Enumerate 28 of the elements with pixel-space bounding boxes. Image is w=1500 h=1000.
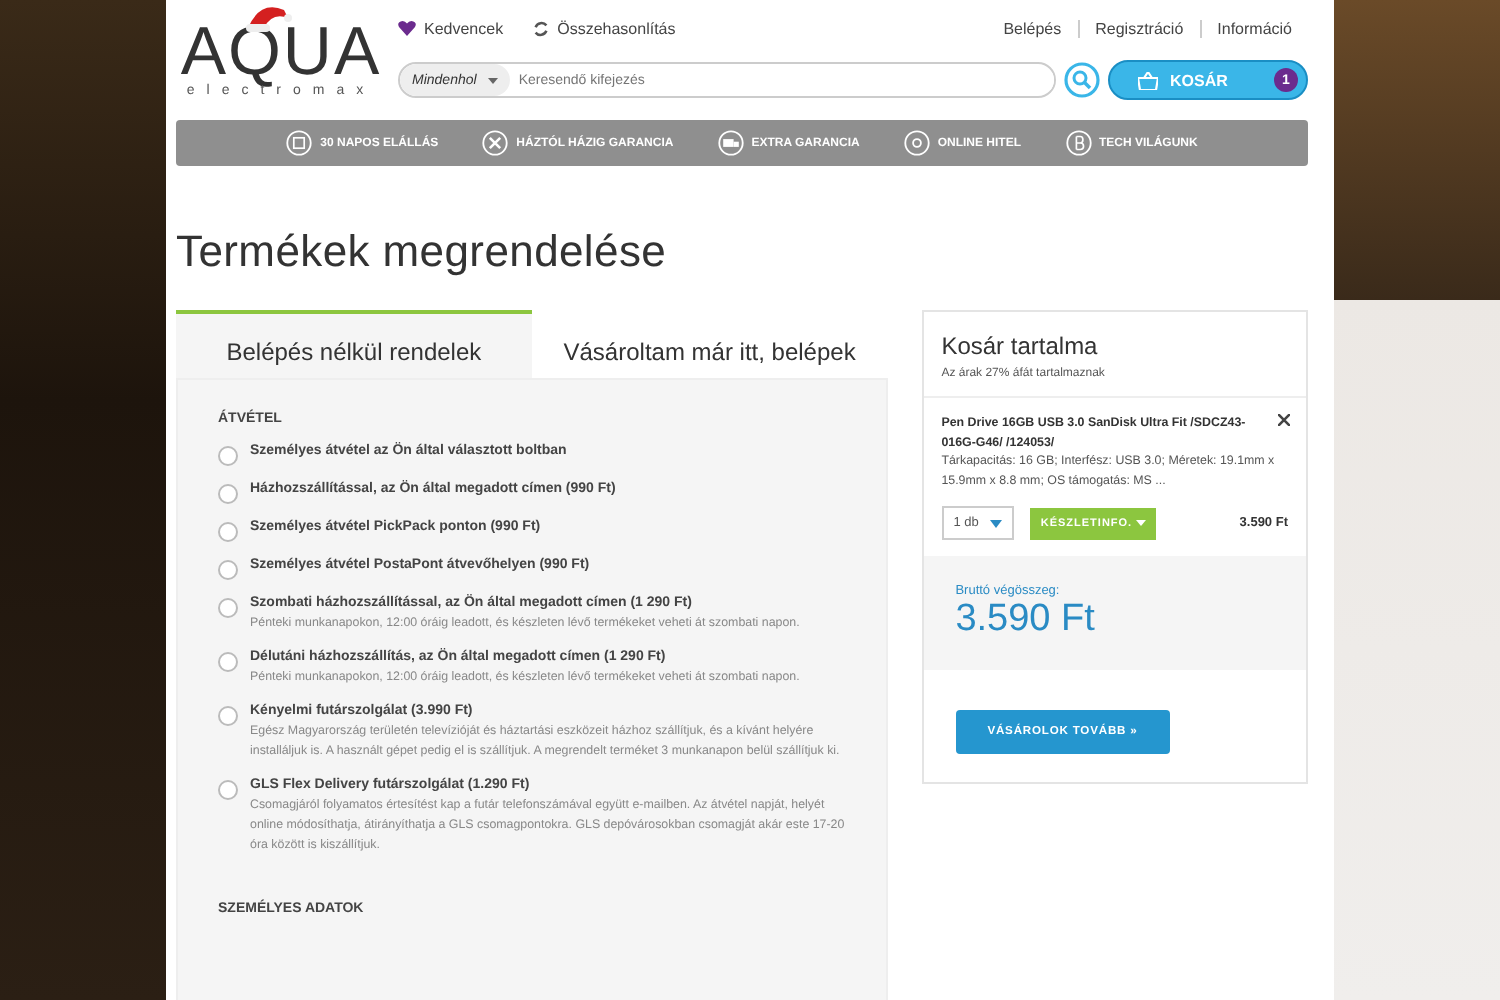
- radio-button[interactable]: [218, 779, 238, 800]
- radio-button[interactable]: [218, 446, 238, 466]
- account-link[interactable]: Regisztráció: [1077, 19, 1200, 37]
- account-link[interactable]: Belépés: [987, 19, 1078, 37]
- header-link[interactable]: Összehasonlítás: [531, 19, 676, 37]
- account-link[interactable]: Információ: [1199, 19, 1308, 37]
- calendar-icon: [286, 130, 313, 156]
- radio-button[interactable]: [218, 560, 238, 580]
- caret-icon: [990, 519, 1003, 528]
- radio-button[interactable]: [218, 651, 238, 672]
- heart-icon: [398, 20, 416, 36]
- cart-title: Kosár tartalma: [939, 330, 1100, 364]
- radio-button[interactable]: [218, 705, 238, 726]
- tab[interactable]: Belépés nélkül rendelek: [176, 310, 532, 378]
- search-icon[interactable]: [1064, 62, 1100, 98]
- header-link[interactable]: Kedvencek: [398, 19, 504, 37]
- radio-button[interactable]: [218, 598, 238, 618]
- letter-icon: [1065, 130, 1092, 156]
- radio-button[interactable]: [218, 484, 238, 504]
- caret-icon: [488, 77, 499, 83]
- total-price: 3.590 Ft: [955, 598, 1097, 643]
- refresh-icon: [531, 19, 550, 37]
- advertisement-banner[interactable]: [1334, 0, 1500, 1000]
- basket-icon: [1138, 71, 1158, 89]
- page-title: Termékek megrendelése: [176, 226, 669, 278]
- radio-button[interactable]: [218, 522, 238, 542]
- caret-icon: [1136, 519, 1147, 526]
- close-icon[interactable]: [1278, 410, 1290, 430]
